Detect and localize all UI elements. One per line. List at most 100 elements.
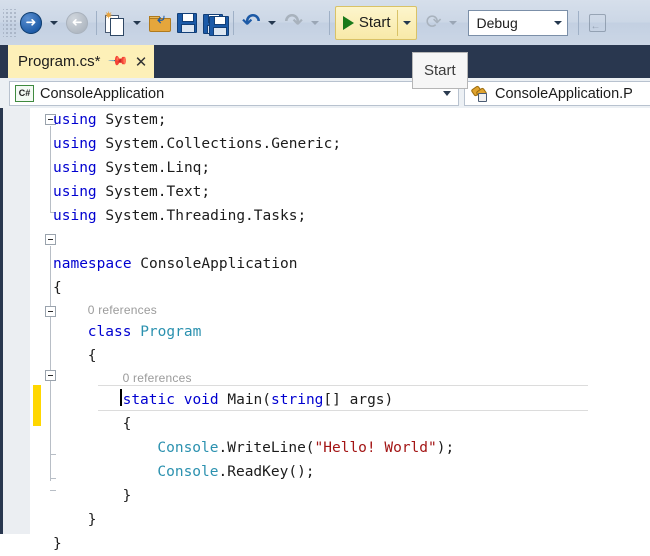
code-token: } (88, 512, 97, 528)
code-line: { (123, 412, 132, 436)
save-all-button[interactable] (200, 6, 228, 40)
code-token: ); (437, 440, 454, 456)
pin-icon[interactable]: 📌 (107, 50, 129, 72)
code-token: } (123, 488, 132, 504)
redo-button[interactable]: ↷ (281, 6, 305, 40)
type-dropdown-value: ConsoleApplication (40, 86, 164, 102)
navigate-backward-button[interactable]: ➜ (17, 6, 45, 40)
new-item-button[interactable]: ✷ (102, 6, 128, 40)
code-line: } (53, 532, 62, 556)
new-item-chevron-down-icon[interactable] (133, 21, 141, 25)
code-line: } (88, 508, 97, 532)
restart-button[interactable]: ⟳ (423, 6, 445, 40)
code-token: void (184, 392, 219, 408)
toolbar-grip[interactable] (3, 9, 17, 37)
code-token: System; (97, 112, 167, 128)
type-dropdown[interactable]: C# ConsoleApplication (9, 81, 459, 106)
type-dropdown-chevron-down-icon (443, 91, 451, 96)
code-line: { (53, 276, 62, 300)
code-text-area[interactable]: using System;using System.Collections.Ge… (43, 108, 650, 534)
configuration-dropdown[interactable]: Debug (468, 10, 568, 36)
tab-program-cs[interactable]: Program.cs* 📌 ✕ (8, 45, 154, 78)
csharp-icon-label: C# (19, 89, 31, 98)
restart-chevron-down-icon[interactable] (449, 21, 457, 25)
window-layout-icon: ← (587, 13, 607, 33)
codelens-annotation[interactable]: 0 references (123, 368, 192, 388)
code-token: using (53, 136, 97, 152)
code-line: static void Main(string[] args) (123, 388, 394, 412)
code-line: using System; (53, 108, 167, 132)
code-line: class Program (88, 320, 202, 344)
code-token: using (53, 112, 97, 128)
redo-arrow-icon: ↷ (284, 12, 302, 34)
code-token: { (88, 348, 97, 364)
configuration-value: Debug (476, 15, 517, 31)
navigate-backward-chevron-down-icon[interactable] (50, 21, 58, 25)
visual-studio-window: ➜ ➜ ✷ ⤷ ↶ (0, 0, 650, 534)
save-icon (177, 13, 197, 33)
code-line: Console.ReadKey(); (157, 460, 314, 484)
code-token: } (53, 536, 62, 552)
start-tooltip: Start (412, 52, 468, 89)
code-token: Console (157, 440, 218, 456)
editor-gutter[interactable] (3, 108, 30, 534)
codelens-references-label: 0 references (88, 303, 157, 317)
code-token: Console (157, 464, 218, 480)
code-token: System.Threading.Tasks; (97, 208, 307, 224)
configuration-chevron-down-icon (554, 21, 562, 25)
code-token (175, 392, 184, 408)
new-item-icon: ✷ (105, 12, 125, 34)
code-line: using System.Text; (53, 180, 210, 204)
code-token: "Hello! World" (315, 440, 437, 456)
code-line: Console.WriteLine("Hello! World"); (157, 436, 454, 460)
start-tooltip-label: Start (424, 62, 456, 79)
code-token: string (271, 392, 323, 408)
code-line: } (123, 484, 132, 508)
unsaved-change-marker (33, 385, 41, 426)
undo-button[interactable]: ↶ (239, 6, 263, 40)
main-toolbar: ➜ ➜ ✷ ⤷ ↶ (0, 0, 650, 46)
method-private-icon (471, 86, 489, 101)
code-line: using System.Threading.Tasks; (53, 204, 306, 228)
save-all-icon (203, 14, 225, 32)
code-token: Program (140, 324, 201, 340)
start-button[interactable]: Start (335, 6, 417, 40)
code-token: static (123, 392, 175, 408)
code-token: ConsoleApplication (132, 256, 298, 272)
start-button-label: Start (359, 14, 397, 31)
code-token: { (53, 280, 62, 296)
save-button[interactable] (174, 6, 200, 40)
code-token: using (53, 208, 97, 224)
open-file-button[interactable]: ⤷ (146, 6, 174, 40)
document-tab-strip: Program.cs* 📌 ✕ (0, 45, 650, 78)
undo-arrow-icon: ↶ (242, 12, 260, 34)
back-arrow-icon: ➜ (20, 12, 42, 34)
code-token: System.Collections.Generic; (97, 136, 341, 152)
codelens-references-label: 0 references (123, 371, 192, 385)
toolbar-separator (578, 11, 579, 35)
close-icon[interactable]: ✕ (135, 53, 148, 71)
play-triangle-icon (343, 16, 354, 30)
code-token: [] args) (323, 392, 393, 408)
member-dropdown[interactable]: ConsoleApplication.P (464, 81, 650, 106)
code-editor[interactable]: using System;using System.Collections.Ge… (0, 108, 650, 534)
start-chevron-down-icon[interactable] (403, 21, 411, 25)
forward-arrow-icon: ➜ (66, 12, 88, 34)
code-token: .WriteLine( (219, 440, 315, 456)
redo-chevron-down-icon[interactable] (311, 21, 319, 25)
code-token: System.Linq; (97, 160, 211, 176)
code-token: using (53, 160, 97, 176)
toolbar-separator (233, 11, 234, 35)
codelens-annotation[interactable]: 0 references (88, 300, 157, 320)
code-token: System.Text; (97, 184, 211, 200)
toolbar-separator (329, 11, 330, 35)
code-line: { (88, 344, 97, 368)
navigate-forward-button[interactable]: ➜ (63, 6, 91, 40)
window-layout-button[interactable]: ← (584, 6, 610, 40)
code-token: { (123, 416, 132, 432)
tab-label: Program.cs* (18, 53, 101, 70)
undo-chevron-down-icon[interactable] (268, 21, 276, 25)
open-folder-icon: ⤷ (149, 14, 171, 32)
code-line: using System.Linq; (53, 156, 210, 180)
code-token: Main( (219, 392, 271, 408)
